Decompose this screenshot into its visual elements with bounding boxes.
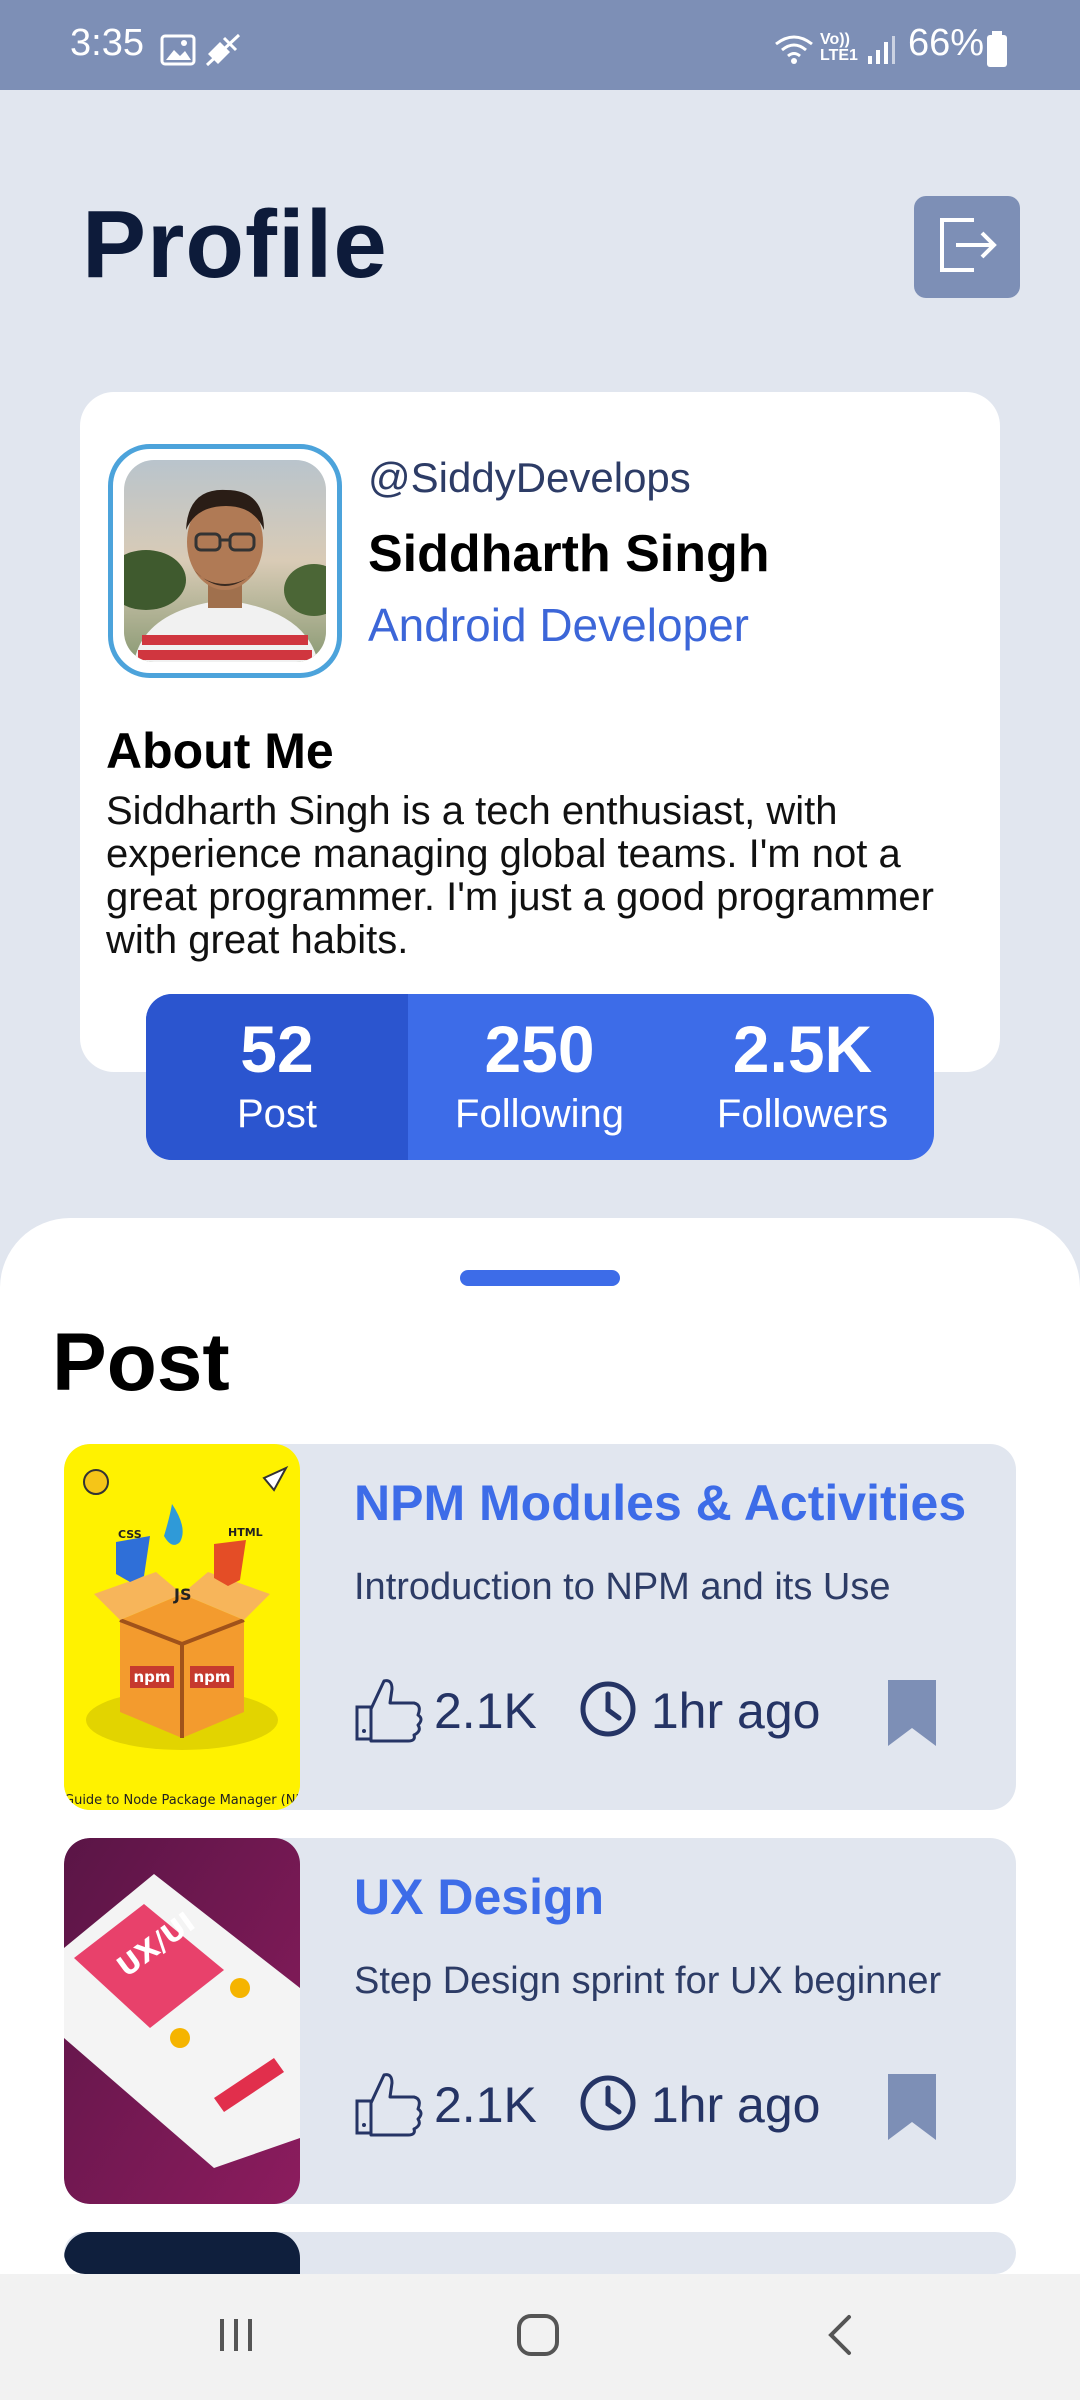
css-label: CSS [118, 1528, 142, 1541]
like-count: 2.1K [434, 1683, 537, 1739]
thumb-caption: Guide to Node Package Manager (NPM) i [64, 1793, 300, 1808]
stat-followers-label: Followers [716, 1092, 889, 1136]
npm-label-left: npm [133, 1668, 170, 1686]
avatar[interactable] [124, 460, 326, 662]
post-card[interactable]: npm npm JS HTML CSS Guide to Node Packag… [64, 1444, 1016, 1810]
gallery-icon [160, 34, 196, 70]
npm-label-right: npm [193, 1668, 230, 1686]
post-thumbnail [64, 2232, 300, 2274]
back-button[interactable] [780, 2300, 900, 2374]
mute-icon [204, 32, 242, 72]
sheet-drag-handle[interactable] [460, 1270, 620, 1286]
profile-role: Android Developer [368, 599, 750, 651]
like-icon[interactable] [354, 1675, 424, 1748]
post-time: 1hr ago [650, 2077, 821, 2133]
stat-following[interactable]: 250 Following [408, 994, 671, 1160]
stats-bar: 52 Post 250 Following 2.5K Followers [146, 994, 934, 1160]
like-icon[interactable] [354, 2069, 424, 2142]
wifi-icon [772, 32, 816, 70]
recents-icon [216, 2315, 256, 2359]
post-meta: 2.1K 1hr ago [354, 1674, 820, 1748]
home-button[interactable] [478, 2300, 598, 2374]
like-count: 2.1K [434, 2077, 537, 2133]
post-thumbnail: UX/UI [64, 1838, 300, 2204]
back-icon [825, 2313, 855, 2361]
post-card[interactable]: UX/UI UX Design Step Design sprint for U… [64, 1838, 1016, 2204]
stat-posts-label: Post [236, 1092, 318, 1136]
clock-icon [579, 2074, 637, 2137]
post-time: 1hr ago [650, 1683, 821, 1739]
js-label: JS [173, 1585, 191, 1604]
status-time: 3:35 [70, 22, 144, 64]
posts-section-title: Post [52, 1317, 230, 1408]
bookmark-icon[interactable] [886, 2072, 938, 2146]
post-meta: 2.1K 1hr ago [354, 2068, 820, 2142]
stat-posts[interactable]: 52 Post [146, 994, 408, 1160]
stat-posts-value: 52 [240, 1012, 314, 1086]
volte-icon: Vo)) LTE1 [820, 31, 858, 64]
profile-handle: @SiddyDevelops [368, 454, 691, 501]
stat-followers[interactable]: 2.5K Followers [671, 994, 934, 1160]
post-title: UX Design [354, 1869, 605, 1925]
home-icon [515, 2312, 561, 2362]
page-title: Profile [82, 191, 388, 298]
about-title: About Me [106, 723, 334, 779]
about-text: Siddharth Singh is a tech enthusiast, wi… [106, 789, 934, 962]
post-card[interactable] [64, 2232, 1016, 2274]
stat-following-label: Following [455, 1092, 624, 1136]
post-thumbnail: npm npm JS HTML CSS Guide to Node Packag… [64, 1444, 300, 1810]
logout-icon [934, 214, 1000, 280]
post-title: NPM Modules & Activities [354, 1475, 967, 1531]
stat-following-value: 250 [484, 1012, 595, 1086]
battery-icon [986, 30, 1008, 72]
recents-button[interactable] [176, 2300, 296, 2374]
post-subtitle: Introduction to NPM and its Use [354, 1566, 891, 1608]
clock-icon [579, 1680, 637, 1743]
battery-percent: 66% [908, 22, 985, 64]
logout-button[interactable] [914, 196, 1020, 298]
html-label: HTML [228, 1526, 263, 1539]
bookmark-icon[interactable] [886, 1678, 938, 1752]
stat-followers-value: 2.5K [732, 1012, 873, 1086]
signal-icon [866, 34, 896, 70]
post-subtitle: Step Design sprint for UX beginner [354, 1960, 942, 2002]
profile-name: Siddharth Singh [368, 525, 770, 583]
